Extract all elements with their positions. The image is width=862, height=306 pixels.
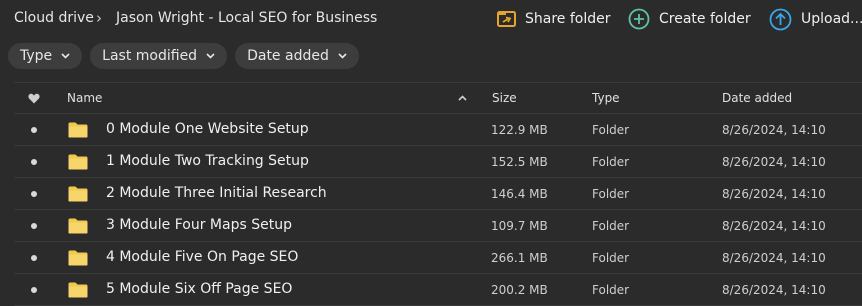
file-size: 266.1 MB: [491, 251, 548, 265]
file-date-added: 8/26/2024, 14:10: [722, 251, 826, 265]
filter-date-added-label: Date added: [247, 48, 329, 64]
create-folder-button[interactable]: Create folder: [628, 8, 751, 30]
file-name[interactable]: 2 Module Three Initial Research: [106, 185, 327, 201]
file-name[interactable]: 4 Module Five On Page SEO: [106, 249, 298, 265]
file-size: 152.5 MB: [491, 155, 548, 169]
file-date-added: 8/26/2024, 14:10: [722, 123, 826, 137]
file-type: Folder: [592, 219, 630, 233]
table-body: 0 Module One Website Setup 122.9 MB Folder…: [14, 114, 862, 306]
filter-last-modified-label: Last modified: [102, 48, 198, 64]
file-size: 109.7 MB: [491, 219, 548, 233]
table-row[interactable]: 4 Module Five On Page SEO 266.1 MB Folder 8…: [14, 242, 862, 274]
status-dot: [31, 159, 37, 165]
folder-icon: [68, 122, 88, 138]
sort-ascending-icon[interactable]: [458, 95, 467, 101]
status-dot: [31, 223, 37, 229]
upload-label: Upload...: [801, 11, 862, 27]
filter-type-label: Type: [20, 48, 53, 64]
column-name[interactable]: Name: [67, 91, 102, 105]
filter-last-modified[interactable]: Last modified: [90, 43, 228, 69]
file-name[interactable]: 3 Module Four Maps Setup: [106, 217, 292, 233]
breadcrumb-root[interactable]: Cloud drive: [14, 10, 94, 26]
upload-button[interactable]: Upload...: [769, 8, 862, 30]
file-table: Name Size Type Date added 0 Module One W…: [14, 82, 862, 306]
table-row[interactable]: 2 Module Three Initial Research 146.4 MB F…: [14, 178, 862, 210]
folder-icon: [68, 250, 88, 266]
file-type: Folder: [592, 251, 630, 265]
file-size: 200.2 MB: [491, 283, 548, 297]
top-bar: Cloud drive › Jason Wright - Local SEO f…: [0, 0, 862, 40]
file-name[interactable]: 0 Module One Website Setup: [106, 121, 309, 137]
folder-icon: [68, 282, 88, 298]
file-date-added: 8/26/2024, 14:10: [722, 219, 826, 233]
create-folder-label: Create folder: [659, 11, 751, 27]
file-date-added: 8/26/2024, 14:10: [722, 283, 826, 297]
file-date-added: 8/26/2024, 14:10: [722, 187, 826, 201]
table-header: Name Size Type Date added: [14, 82, 862, 114]
file-size: 146.4 MB: [491, 187, 548, 201]
chevron-down-icon: [61, 53, 70, 59]
file-name[interactable]: 1 Module Two Tracking Setup: [106, 153, 309, 169]
heart-icon[interactable]: [28, 93, 40, 104]
file-name[interactable]: 5 Module Six Off Page SEO: [106, 281, 292, 297]
file-size: 122.9 MB: [491, 123, 548, 137]
column-date-added[interactable]: Date added: [722, 91, 792, 105]
status-dot: [31, 127, 37, 133]
upload-arrow-icon: [769, 8, 792, 30]
file-type: Folder: [592, 187, 630, 201]
file-type: Folder: [592, 283, 630, 297]
share-folder-icon: [497, 11, 516, 27]
status-dot: [31, 191, 37, 197]
status-dot: [31, 287, 37, 293]
table-row[interactable]: 0 Module One Website Setup 122.9 MB Folder…: [14, 114, 862, 146]
file-date-added: 8/26/2024, 14:10: [722, 155, 826, 169]
chevron-down-icon: [338, 53, 347, 59]
share-folder-button[interactable]: Share folder: [497, 8, 611, 30]
filter-date-added[interactable]: Date added: [235, 43, 359, 69]
chevron-down-icon: [206, 53, 215, 59]
status-dot: [31, 255, 37, 261]
plus-circle-icon: [628, 8, 650, 30]
table-row[interactable]: 3 Module Four Maps Setup 109.7 MB Folder 8/…: [14, 210, 862, 242]
filter-bar: Type Last modified Date added: [8, 43, 359, 69]
file-type: Folder: [592, 123, 630, 137]
filter-type[interactable]: Type: [8, 43, 83, 69]
breadcrumb-separator-icon: ›: [96, 9, 102, 27]
folder-icon: [68, 154, 88, 170]
share-folder-label: Share folder: [525, 11, 611, 27]
breadcrumb-current[interactable]: Jason Wright - Local SEO for Business: [116, 10, 377, 26]
file-type: Folder: [592, 155, 630, 169]
column-type[interactable]: Type: [592, 91, 620, 105]
table-row[interactable]: 5 Module Six Off Page SEO 200.2 MB Folder 8…: [14, 274, 862, 306]
folder-icon: [68, 218, 88, 234]
folder-icon: [68, 186, 88, 202]
table-row[interactable]: 1 Module Two Tracking Setup 152.5 MB Folde…: [14, 146, 862, 178]
column-size[interactable]: Size: [492, 91, 517, 105]
